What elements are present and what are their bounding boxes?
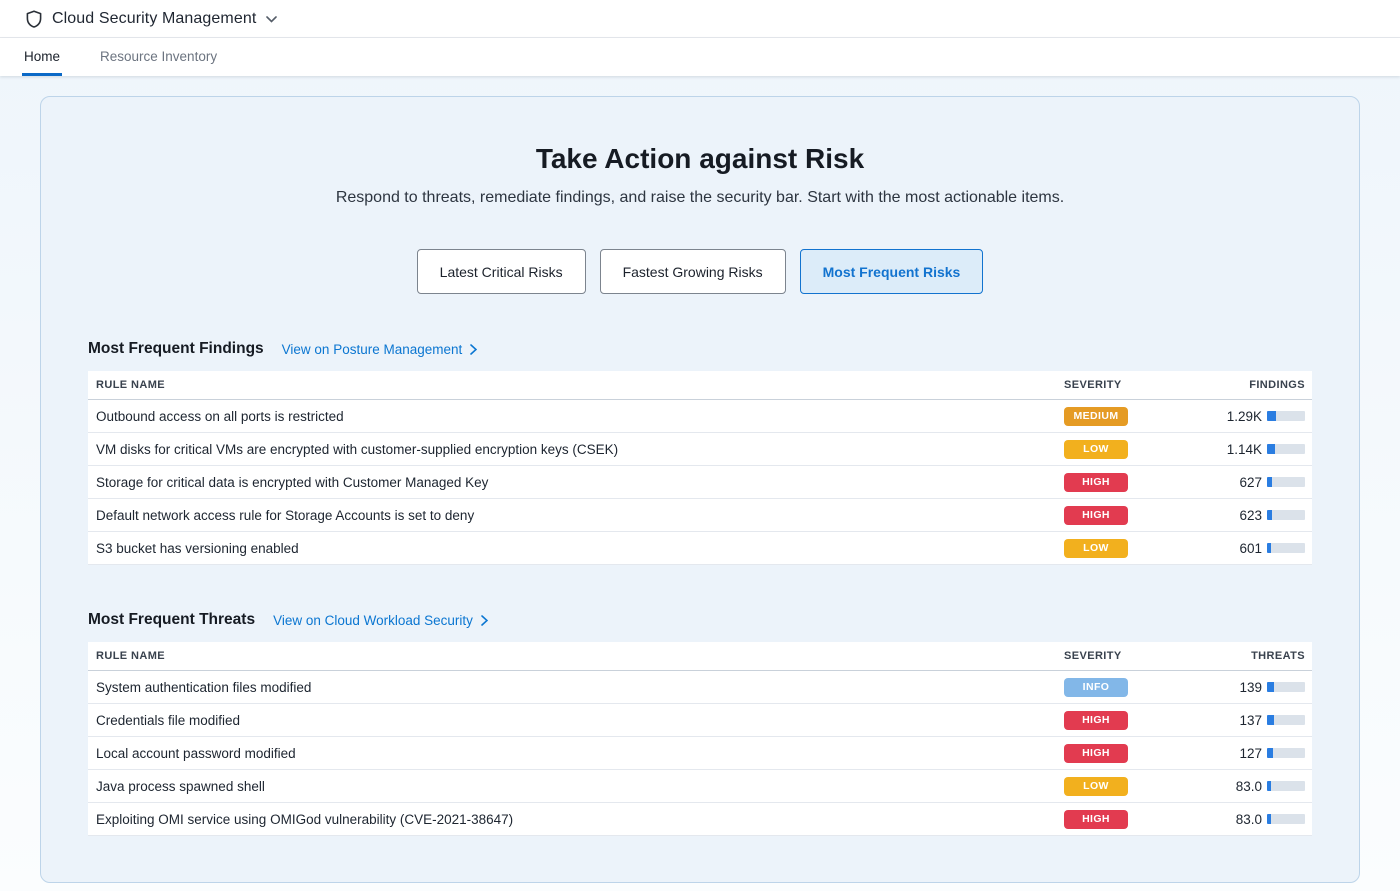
latest-critical-risks-button[interactable]: Latest Critical Risks [417,249,586,294]
risk-filter-group: Latest Critical Risks Fastest Growing Ri… [88,249,1312,294]
count-bar [1267,814,1305,824]
severity-badge: LOW [1064,440,1128,459]
page-subtitle: Respond to threats, remediate findings, … [88,189,1312,207]
count-bar [1267,682,1305,692]
app-title: Cloud Security Management [52,10,256,28]
rule-name: Storage for critical data is encrypted w… [88,475,1064,490]
findings-count: 1.14K [1182,442,1262,457]
app-header: Cloud Security Management [0,0,1400,38]
table-row[interactable]: S3 bucket has versioning enabled LOW 601 [88,532,1312,565]
chevron-right-icon [481,615,488,626]
shield-icon [26,10,42,28]
table-row[interactable]: Storage for critical data is encrypted w… [88,466,1312,499]
count-bar [1267,715,1305,725]
findings-count: 623 [1182,508,1262,523]
findings-panel-header: Most Frequent Findings View on Posture M… [88,340,1312,358]
findings-count: 601 [1182,541,1262,556]
threats-table-header: RULE NAME SEVERITY THREATS [88,642,1312,671]
threats-count: 127 [1182,746,1262,761]
findings-count: 1.29K [1182,409,1262,424]
take-action-card: Take Action against Risk Respond to thre… [40,96,1360,883]
table-row[interactable]: Outbound access on all ports is restrict… [88,400,1312,433]
main-content: Take Action against Risk Respond to thre… [0,76,1400,883]
table-row[interactable]: Credentials file modified HIGH 137 [88,704,1312,737]
rule-name: VM disks for critical VMs are encrypted … [88,442,1064,457]
table-row[interactable]: Exploiting OMI service using OMIGod vuln… [88,803,1312,836]
tab-home[interactable]: Home [22,38,62,76]
findings-table-header: RULE NAME SEVERITY FINDINGS [88,371,1312,400]
rule-name: System authentication files modified [88,680,1064,695]
count-bar [1267,781,1305,791]
rule-name: Credentials file modified [88,713,1064,728]
findings-panel: Most Frequent Findings View on Posture M… [88,340,1312,565]
findings-count: 627 [1182,475,1262,490]
view-posture-management-link[interactable]: View on Posture Management [282,342,478,357]
column-header-findings: FINDINGS [1182,379,1312,391]
rule-name: Local account password modified [88,746,1064,761]
threats-count: 83.0 [1182,779,1262,794]
column-header-rule-name: RULE NAME [88,650,1064,662]
count-bar [1267,411,1305,421]
findings-heading: Most Frequent Findings [88,340,264,358]
findings-table: RULE NAME SEVERITY FINDINGS Outbound acc… [88,371,1312,565]
rule-name: Java process spawned shell [88,779,1064,794]
table-row[interactable]: VM disks for critical VMs are encrypted … [88,433,1312,466]
threats-heading: Most Frequent Threats [88,611,255,629]
table-row[interactable]: Default network access rule for Storage … [88,499,1312,532]
table-row[interactable]: Local account password modified HIGH 127 [88,737,1312,770]
threats-count: 83.0 [1182,812,1262,827]
column-header-severity: SEVERITY [1064,650,1182,662]
threats-count: 139 [1182,680,1262,695]
rule-name: Outbound access on all ports is restrict… [88,409,1064,424]
chevron-right-icon [470,344,477,355]
most-frequent-risks-button[interactable]: Most Frequent Risks [800,249,984,294]
count-bar [1267,444,1305,454]
rule-name: Default network access rule for Storage … [88,508,1064,523]
severity-badge: LOW [1064,539,1128,558]
column-header-severity: SEVERITY [1064,379,1182,391]
table-row[interactable]: System authentication files modified INF… [88,671,1312,704]
fastest-growing-risks-button[interactable]: Fastest Growing Risks [600,249,786,294]
severity-badge: HIGH [1064,506,1128,525]
app-title-dropdown[interactable]: Cloud Security Management [26,10,277,28]
view-cloud-workload-security-link-label: View on Cloud Workload Security [273,613,473,628]
view-posture-management-link-label: View on Posture Management [282,342,463,357]
count-bar [1267,543,1305,553]
threats-panel-header: Most Frequent Threats View on Cloud Work… [88,611,1312,629]
tab-resource-inventory[interactable]: Resource Inventory [98,38,219,76]
count-bar [1267,510,1305,520]
rule-name: S3 bucket has versioning enabled [88,541,1064,556]
count-bar [1267,748,1305,758]
column-header-rule-name: RULE NAME [88,379,1064,391]
severity-badge: HIGH [1064,711,1128,730]
severity-badge: HIGH [1064,744,1128,763]
threats-panel: Most Frequent Threats View on Cloud Work… [88,611,1312,836]
severity-badge: HIGH [1064,473,1128,492]
severity-badge: INFO [1064,678,1128,697]
page-title: Take Action against Risk [88,143,1312,175]
column-header-threats: THREATS [1182,650,1312,662]
severity-badge: HIGH [1064,810,1128,829]
tab-bar: Home Resource Inventory [0,38,1400,76]
table-row[interactable]: Java process spawned shell LOW 83.0 [88,770,1312,803]
threats-table: RULE NAME SEVERITY THREATS System authen… [88,642,1312,836]
chevron-down-icon [266,14,277,23]
threats-count: 137 [1182,713,1262,728]
count-bar [1267,477,1305,487]
severity-badge: LOW [1064,777,1128,796]
severity-badge: MEDIUM [1064,407,1128,426]
view-cloud-workload-security-link[interactable]: View on Cloud Workload Security [273,613,488,628]
rule-name: Exploiting OMI service using OMIGod vuln… [88,812,1064,827]
